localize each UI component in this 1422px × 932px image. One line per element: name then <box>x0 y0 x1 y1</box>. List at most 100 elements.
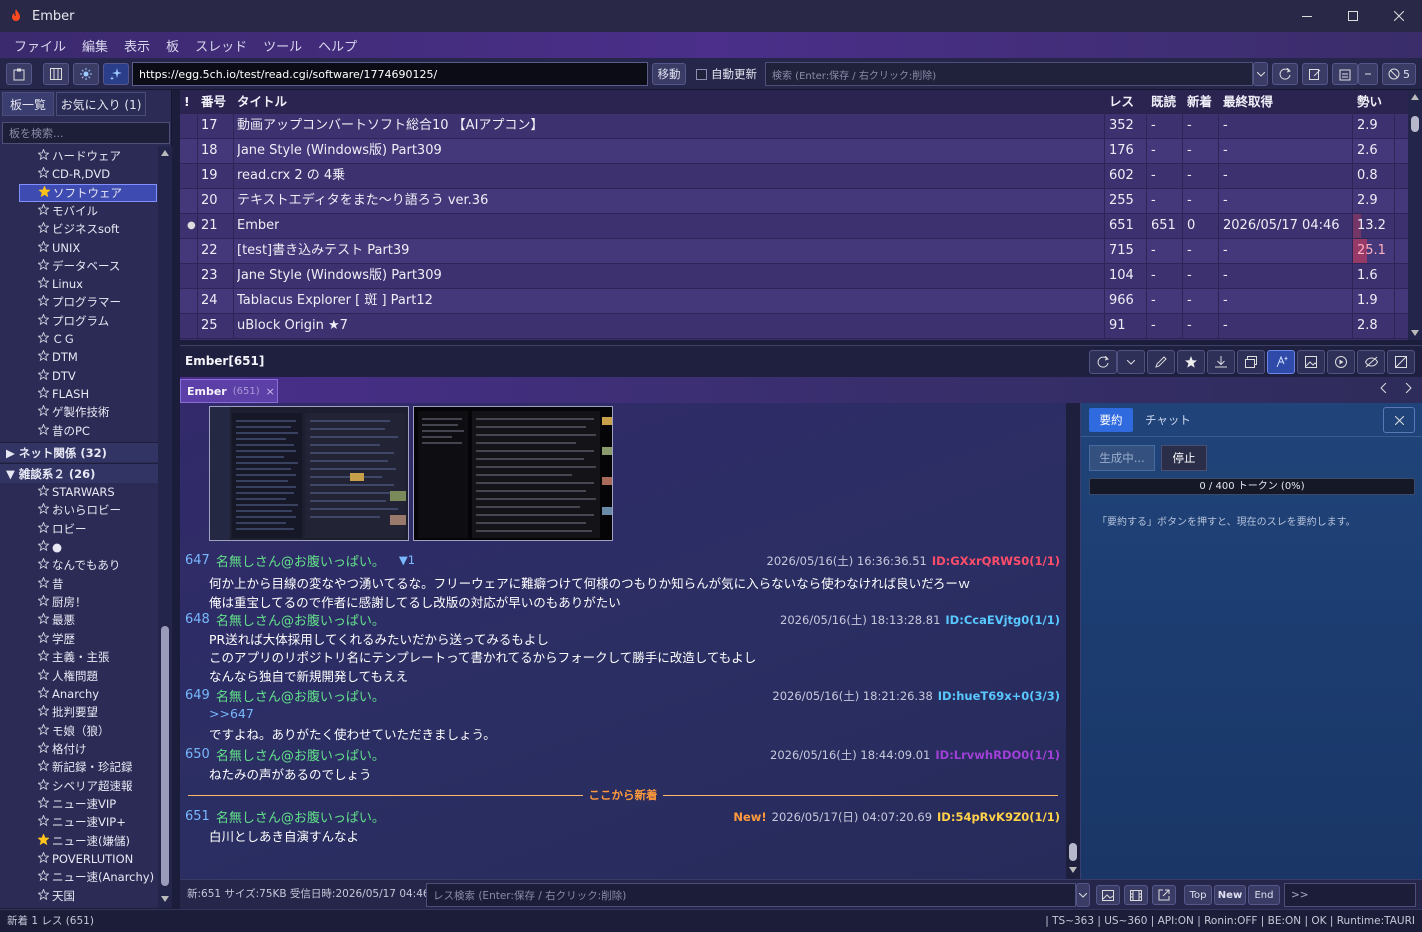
board-item[interactable]: ロビー <box>0 520 158 538</box>
star-icon[interactable] <box>36 203 50 218</box>
hide-button[interactable] <box>1357 350 1385 374</box>
tab-next-button[interactable] <box>1404 382 1412 396</box>
tab-favorites[interactable]: お気に入り (1) <box>56 92 146 116</box>
star-icon[interactable] <box>36 349 50 364</box>
star-icon[interactable] <box>36 722 50 738</box>
star-icon[interactable] <box>36 166 50 181</box>
star-icon[interactable] <box>36 148 50 163</box>
star-icon[interactable] <box>36 649 50 664</box>
board-item[interactable]: 人権問題 <box>0 667 158 685</box>
video-button[interactable] <box>1124 885 1148 905</box>
board-item[interactable]: Linux <box>0 275 158 293</box>
board-item[interactable]: ニュー速VIP+ <box>0 813 158 831</box>
board-item[interactable]: ＣＧ <box>0 330 158 348</box>
star-icon[interactable] <box>36 520 50 536</box>
thread-search-input[interactable]: 検索 (Enter:保存 / 右クリック:削除) <box>765 62 1253 86</box>
board-search-input[interactable]: 板を検索... <box>2 122 170 144</box>
post-id[interactable]: ID:GXxrQRWS0(1/1) <box>932 554 1060 568</box>
star-icon[interactable] <box>36 386 50 401</box>
menu-dropdown-button[interactable] <box>1358 63 1378 85</box>
post-id[interactable]: ID:CcaEVjtg0(1/1) <box>945 613 1060 627</box>
board-item[interactable]: POVERLUTION <box>0 850 158 868</box>
star-icon[interactable] <box>36 312 50 328</box>
star-icon[interactable] <box>36 221 50 236</box>
thread-row[interactable]: 20 テキストエディタをまた～り語ろう ver.36 255 - - - 2.9 <box>180 189 1408 214</box>
res-search-input[interactable]: レス検索 (Enter:保存 / 右クリック:削除) <box>426 883 1076 907</box>
board-item[interactable]: 厨房！ <box>0 593 158 611</box>
post-number[interactable]: 651 <box>185 809 210 824</box>
category-zatsudan[interactable]: ▼ 雑談系２ (26) <box>0 463 158 483</box>
star-icon[interactable] <box>36 557 50 572</box>
download-button[interactable] <box>1207 350 1235 374</box>
star-icon[interactable] <box>36 404 50 419</box>
board-item[interactable]: プログラマー <box>0 293 158 311</box>
star-icon[interactable] <box>36 331 50 346</box>
thread-row[interactable]: 18 Jane Style (Windows版) Part309 176 - - - 2.6 <box>180 139 1408 164</box>
url-input[interactable]: https://egg.5ch.io/test/read.cgi/softwar… <box>132 62 648 86</box>
star-icon[interactable] <box>36 575 50 591</box>
board-item[interactable]: 最悪 <box>0 611 158 629</box>
thread-tab-close[interactable]: × <box>266 385 275 398</box>
star-icon[interactable] <box>36 239 50 255</box>
star-icon[interactable] <box>36 851 50 866</box>
star-icon[interactable] <box>37 184 51 200</box>
ai-summary-button[interactable] <box>1267 350 1295 374</box>
board-item[interactable]: 天国 <box>0 887 158 905</box>
board-item[interactable]: UNIX <box>0 239 158 257</box>
board-item[interactable]: ニュー速(Anarchy) <box>0 868 158 886</box>
star-icon[interactable] <box>36 741 50 756</box>
star-icon[interactable] <box>36 832 50 848</box>
board-item[interactable]: データベース <box>0 257 158 275</box>
thread-row[interactable]: 24 Tablacus Explorer [ 斑 ] Part12 966 - - - 1.… <box>180 289 1408 314</box>
star-icon[interactable] <box>36 539 50 554</box>
board-item[interactable]: Anarchy <box>0 685 158 703</box>
ai-button[interactable] <box>103 63 129 85</box>
jump-new-button[interactable]: New <box>1214 885 1246 905</box>
post-scrollbar[interactable] <box>1066 403 1080 879</box>
board-item[interactable]: 批判要望 <box>0 703 158 721</box>
post-number[interactable]: 648 <box>185 612 210 627</box>
board-item[interactable]: ビジネスsoft <box>0 220 158 238</box>
board-item[interactable]: FLASH <box>0 385 158 403</box>
menu-board[interactable]: 板 <box>158 36 187 55</box>
open-external-button[interactable] <box>1152 885 1176 905</box>
post-scroll-thumb[interactable] <box>1069 843 1077 861</box>
col-momentum[interactable]: 勢い <box>1357 90 1382 114</box>
star-icon[interactable] <box>36 422 50 438</box>
col-new[interactable]: 新着 <box>1187 90 1212 114</box>
favorite-button[interactable] <box>1177 350 1205 374</box>
col-read[interactable]: 既読 <box>1151 90 1176 114</box>
play-button[interactable] <box>1327 350 1355 374</box>
thread-row[interactable]: 22 [test]書き込みテスト Part39 715 - - - 25.1 <box>180 239 1408 264</box>
tab-board-list[interactable]: 板一覧 <box>2 92 54 116</box>
board-item[interactable]: 学歴 <box>0 630 158 648</box>
category-net[interactable]: ▶ ネット関係 (32) <box>0 442 158 462</box>
thread-tab[interactable]: Ember (651) × <box>180 379 278 403</box>
thread-row[interactable]: ● 21 Ember 651 651 0 2026/05/17 04:46 13.2 <box>180 214 1408 239</box>
post-number[interactable]: 650 <box>185 747 210 762</box>
thread-row[interactable]: 17 動画アップコンバートソフト総合10 【AIアプコン】 352 - - - 2.9 <box>180 114 1408 139</box>
board-item[interactable]: DTM <box>0 348 158 366</box>
thread-list-scrollbar[interactable] <box>1408 90 1422 340</box>
menu-file[interactable]: ファイル <box>6 36 74 55</box>
jump-top-button[interactable]: Top <box>1184 885 1212 905</box>
post-id[interactable]: ID:hueT69x+0(3/3) <box>938 689 1060 703</box>
board-item[interactable]: ゲ製作技術 <box>0 403 158 421</box>
thread-row[interactable]: 23 Jane Style (Windows版) Part309 104 - - - 1.6 <box>180 264 1408 289</box>
write-button[interactable] <box>1147 350 1175 374</box>
res-search-dropdown[interactable] <box>1076 883 1090 907</box>
auto-update-toggle[interactable]: 自動更新 <box>696 66 757 82</box>
board-item[interactable]: ソフトウェア <box>19 183 157 202</box>
star-icon[interactable] <box>36 502 50 517</box>
board-item[interactable]: シベリア超速報 <box>0 777 158 795</box>
col-title[interactable]: タイトル <box>237 90 287 114</box>
star-icon[interactable] <box>36 814 50 829</box>
close-button[interactable] <box>1376 0 1422 32</box>
col-number[interactable]: 番号 <box>201 90 226 114</box>
reload-thread-button[interactable] <box>1089 350 1117 374</box>
hide-images-button[interactable] <box>1387 350 1415 374</box>
reply-count-link[interactable]: ▼1 <box>399 553 415 567</box>
board-scroll-thumb[interactable] <box>161 626 169 886</box>
board-item[interactable]: 主義・主張 <box>0 648 158 666</box>
generate-button[interactable]: 生成中... <box>1089 445 1155 471</box>
